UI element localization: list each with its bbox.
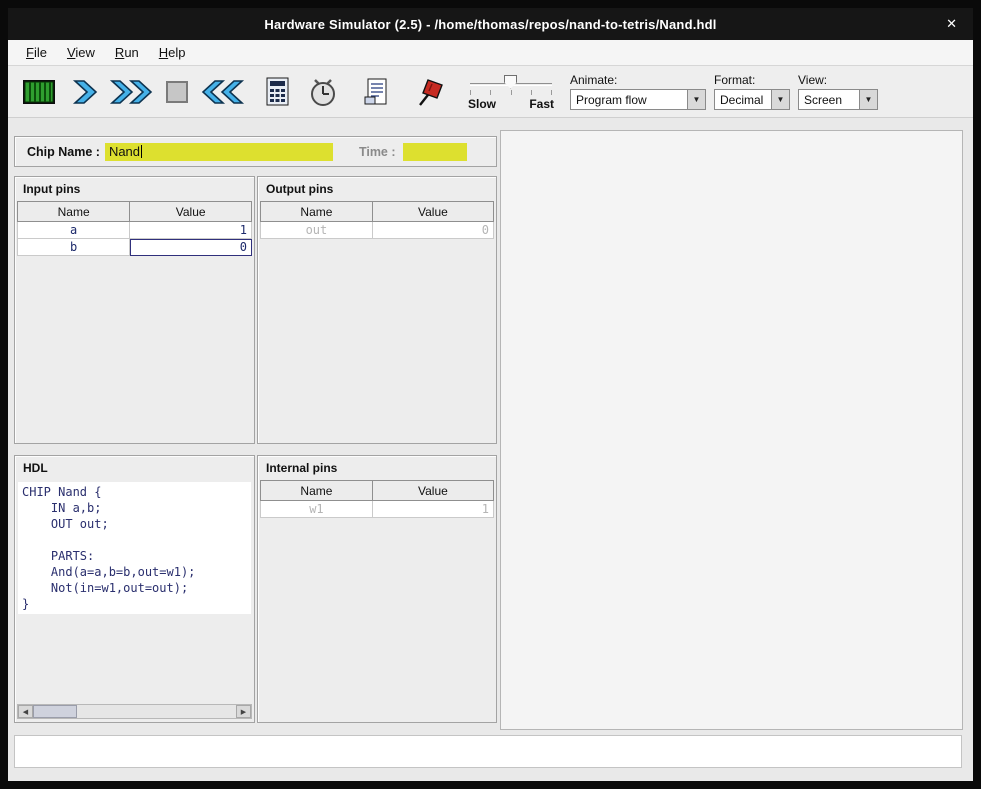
time-field bbox=[403, 143, 467, 161]
slider-thumb[interactable] bbox=[504, 75, 517, 89]
step-chevron-icon bbox=[68, 77, 102, 107]
menu-view[interactable]: View bbox=[57, 40, 105, 65]
chevron-down-icon: ▼ bbox=[865, 95, 873, 104]
calculator-button[interactable] bbox=[254, 70, 300, 114]
pin-value-cell[interactable]: 1 bbox=[130, 222, 252, 239]
fast-forward-icon bbox=[109, 77, 153, 107]
clear-button[interactable] bbox=[408, 70, 454, 114]
hdl-panel: HDL CHIP Nand { IN a,b; OUT out; PARTS: … bbox=[14, 455, 255, 723]
format-dropdown-button[interactable]: ▼ bbox=[771, 90, 789, 109]
chip-name-label: Chip Name : bbox=[27, 145, 100, 159]
chip-name-bar: Chip Name : Nand Time : bbox=[14, 136, 497, 167]
menu-run[interactable]: Run bbox=[105, 40, 149, 65]
column-header-value: Value bbox=[130, 202, 252, 222]
scroll-right-icon[interactable]: ▶ bbox=[236, 705, 251, 718]
window-frame: Hardware Simulator (2.5) - /home/thomas/… bbox=[0, 0, 981, 789]
view-value: Screen bbox=[799, 93, 859, 107]
chip-name-value: Nand bbox=[109, 144, 140, 159]
chevron-down-icon: ▼ bbox=[693, 95, 701, 104]
pin-value-cell: 0 bbox=[372, 222, 493, 239]
format-value: Decimal bbox=[715, 93, 771, 107]
column-header-name: Name bbox=[18, 202, 130, 222]
table-row: out 0 bbox=[261, 222, 494, 239]
close-icon[interactable]: ✕ bbox=[946, 16, 957, 32]
input-pins-table: Name Value a 1 b 0 bbox=[17, 201, 252, 256]
view-select[interactable]: Screen ▼ bbox=[798, 89, 878, 110]
clock-button[interactable] bbox=[300, 70, 346, 114]
load-script-button[interactable] bbox=[354, 70, 400, 114]
screen-canvas-area bbox=[500, 130, 963, 730]
animate-label: Animate: bbox=[570, 73, 706, 87]
animate-value: Program flow bbox=[571, 93, 687, 107]
output-pins-table: Name Value out 0 bbox=[260, 201, 494, 239]
output-pins-title: Output pins bbox=[258, 177, 496, 199]
window-title: Hardware Simulator (2.5) - /home/thomas/… bbox=[264, 17, 716, 32]
pin-name-cell: out bbox=[261, 222, 373, 239]
status-bar bbox=[14, 735, 962, 768]
format-label: Format: bbox=[714, 73, 790, 87]
hdl-title: HDL bbox=[15, 456, 254, 478]
hdl-code-view[interactable]: CHIP Nand { IN a,b; OUT out; PARTS: And(… bbox=[18, 482, 251, 614]
input-pins-panel: Input pins Name Value a 1 b 0 bbox=[14, 176, 255, 444]
eraser-brush-icon bbox=[413, 76, 449, 108]
reset-button[interactable] bbox=[200, 70, 246, 114]
toolbar: Slow Fast Animate: Program flow ▼ Format… bbox=[8, 66, 973, 118]
scrollbar-thumb[interactable] bbox=[33, 705, 77, 718]
clock-icon bbox=[307, 76, 339, 108]
pin-name-cell: a bbox=[18, 222, 130, 239]
table-header-row: Name Value bbox=[261, 481, 494, 501]
input-pins-title: Input pins bbox=[15, 177, 254, 199]
column-header-value: Value bbox=[372, 202, 493, 222]
animate-select[interactable]: Program flow ▼ bbox=[570, 89, 706, 110]
format-select[interactable]: Decimal ▼ bbox=[714, 89, 790, 110]
app-window: Hardware Simulator (2.5) - /home/thomas/… bbox=[8, 8, 973, 781]
menu-file[interactable]: File bbox=[16, 40, 57, 65]
speed-slider[interactable]: Slow Fast bbox=[468, 70, 554, 114]
toolbar-combo-group: Animate: Program flow ▼ Format: Decimal … bbox=[570, 73, 878, 110]
chevron-down-icon: ▼ bbox=[777, 95, 785, 104]
column-header-value: Value bbox=[372, 481, 493, 501]
output-pins-panel: Output pins Name Value out 0 bbox=[257, 176, 497, 444]
internal-pins-panel: Internal pins Name Value w1 1 bbox=[257, 455, 497, 723]
script-icon bbox=[362, 76, 392, 108]
rewind-icon bbox=[201, 77, 245, 107]
view-dropdown-button[interactable]: ▼ bbox=[859, 90, 877, 109]
table-header-row: Name Value bbox=[261, 202, 494, 222]
chip-icon bbox=[19, 77, 59, 107]
table-row: a 1 bbox=[18, 222, 252, 239]
table-row: b 0 bbox=[18, 239, 252, 256]
internal-pins-title: Internal pins bbox=[258, 456, 496, 478]
menu-help[interactable]: Help bbox=[149, 40, 196, 65]
stop-button[interactable] bbox=[154, 70, 200, 114]
scroll-left-icon[interactable]: ◀ bbox=[18, 705, 33, 718]
slider-slow-label: Slow bbox=[468, 97, 496, 111]
menubar: File View Run Help bbox=[8, 40, 973, 66]
chip-name-input[interactable]: Nand bbox=[105, 143, 333, 161]
text-caret bbox=[141, 145, 142, 158]
pin-name-cell: b bbox=[18, 239, 130, 256]
table-header-row: Name Value bbox=[18, 202, 252, 222]
hdl-horizontal-scrollbar[interactable]: ◀ ▶ bbox=[17, 704, 252, 719]
slider-labels: Slow Fast bbox=[468, 97, 554, 111]
pin-name-cell: w1 bbox=[261, 501, 373, 518]
single-step-button[interactable] bbox=[62, 70, 108, 114]
pin-value-cell-focused[interactable]: 0 bbox=[130, 239, 252, 256]
table-row: w1 1 bbox=[261, 501, 494, 518]
stop-square-icon bbox=[162, 77, 192, 107]
calculator-icon bbox=[261, 76, 293, 108]
animate-dropdown-button[interactable]: ▼ bbox=[687, 90, 705, 109]
column-header-name: Name bbox=[261, 202, 373, 222]
slider-ticks bbox=[470, 90, 552, 95]
titlebar[interactable]: Hardware Simulator (2.5) - /home/thomas/… bbox=[8, 8, 973, 40]
pin-value-cell: 1 bbox=[372, 501, 493, 518]
load-chip-button[interactable] bbox=[16, 70, 62, 114]
time-label: Time : bbox=[359, 145, 396, 159]
column-header-name: Name bbox=[261, 481, 373, 501]
slider-fast-label: Fast bbox=[529, 97, 554, 111]
run-button[interactable] bbox=[108, 70, 154, 114]
view-label: View: bbox=[798, 73, 878, 87]
internal-pins-table: Name Value w1 1 bbox=[260, 480, 494, 518]
